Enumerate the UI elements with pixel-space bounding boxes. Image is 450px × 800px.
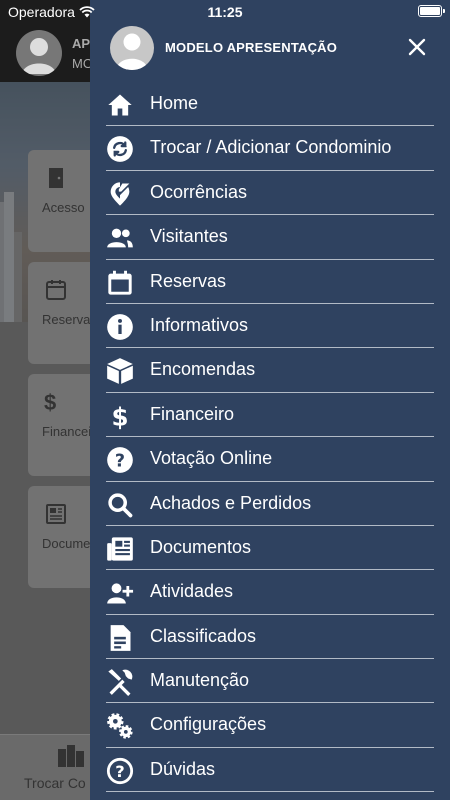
menu-item-manutencao[interactable]: Manutenção xyxy=(90,659,450,704)
menu-item-encomendas[interactable]: Encomendas xyxy=(90,348,450,393)
tools-icon xyxy=(106,668,134,697)
bottom-bar-label: Trocar Co xyxy=(24,775,86,791)
newspaper-icon xyxy=(106,535,134,563)
home-icon xyxy=(106,91,134,119)
menu-item-votacao-online[interactable]: ? Votação Online xyxy=(90,437,450,482)
menu-item-label: Votação Online xyxy=(150,448,273,469)
menu-item-label: Encomendas xyxy=(150,359,256,380)
menu-item-label: Informativos xyxy=(150,314,249,335)
drawer-header: MODELO APRESENTAÇÃO xyxy=(90,24,450,76)
menu-item-label: Trocar / Adicionar Condominio xyxy=(150,137,392,158)
drawer-menu: Home Trocar / Adicionar Condominio Ocorr… xyxy=(90,82,450,793)
avatar[interactable] xyxy=(110,26,154,70)
document-icon xyxy=(106,624,134,652)
door-icon xyxy=(44,166,68,190)
menu-item-label: Home xyxy=(150,93,199,113)
menu-item-documentos[interactable]: Documentos xyxy=(90,526,450,571)
menu-item-atividades[interactable]: Atividades xyxy=(90,570,450,615)
menu-item-label: Financeiro xyxy=(150,403,235,424)
menu-item-ocorrencias[interactable]: Ocorrências xyxy=(90,171,450,216)
user-name: MODELO APRESENTAÇÃO xyxy=(165,40,338,55)
gears-icon xyxy=(106,712,134,740)
menu-item-visitantes[interactable]: Visitantes xyxy=(90,215,450,260)
menu-item-label: Visitantes xyxy=(150,226,228,247)
dollar-icon: $ xyxy=(106,402,134,431)
buildings-icon xyxy=(56,743,86,767)
menu-item-classificados[interactable]: Classificados xyxy=(90,615,450,660)
card-label: Reservas xyxy=(42,312,97,327)
background-header-title: AP xyxy=(72,36,91,51)
menu-item-label: Achados e Perdidos xyxy=(150,492,312,513)
pin-edit-icon xyxy=(106,180,134,208)
close-button[interactable] xyxy=(406,36,428,58)
menu-item-informativos[interactable]: Informativos xyxy=(90,304,450,349)
menu-item-label: Reservas xyxy=(150,270,227,291)
menu-item-home[interactable]: Home xyxy=(90,82,450,127)
menu-item-achados-perdidos[interactable]: Achados e Perdidos xyxy=(90,482,450,526)
user-plus-icon xyxy=(106,579,134,607)
menu-item-label: Configurações xyxy=(150,714,267,735)
box-icon xyxy=(106,357,134,385)
avatar xyxy=(16,30,62,76)
navigation-drawer: MODELO APRESENTAÇÃO Home Trocar / Adicio… xyxy=(90,0,450,800)
svg-text:?: ? xyxy=(115,452,125,472)
question-icon: ? xyxy=(106,446,134,474)
menu-item-label: Dúvidas xyxy=(150,758,216,779)
status-bar: Operadora 11:25 xyxy=(0,0,450,24)
info-icon xyxy=(106,313,134,341)
help-circle-icon: ? xyxy=(106,757,134,785)
menu-item-label: Ocorrências xyxy=(150,181,248,202)
svg-text:$: $ xyxy=(111,402,128,430)
sync-icon xyxy=(106,135,134,163)
card-label: Acesso xyxy=(42,200,85,215)
battery-icon xyxy=(418,5,445,17)
menu-item-financeiro[interactable]: $ Financeiro xyxy=(90,393,450,438)
svg-text:?: ? xyxy=(115,762,124,781)
menu-item-trocar-condominio[interactable]: Trocar / Adicionar Condominio xyxy=(90,126,450,171)
menu-item-reservas[interactable]: Reservas xyxy=(90,260,450,304)
menu-item-label: Documentos xyxy=(150,536,252,557)
dollar-icon: $ xyxy=(44,390,57,415)
calendar-icon xyxy=(44,278,68,302)
calendar-icon xyxy=(106,269,134,297)
menu-item-configuracoes[interactable]: Configurações xyxy=(90,703,450,748)
menu-item-duvidas[interactable]: ? Dúvidas xyxy=(90,748,450,793)
menu-item-label: Atividades xyxy=(150,581,234,602)
close-icon xyxy=(408,38,426,56)
menu-item-label: Classificados xyxy=(150,625,257,646)
newspaper-icon xyxy=(44,502,68,526)
menu-item-label: Manutenção xyxy=(150,670,250,691)
search-icon xyxy=(106,491,134,519)
clock: 11:25 xyxy=(207,4,243,20)
users-icon xyxy=(106,224,134,252)
